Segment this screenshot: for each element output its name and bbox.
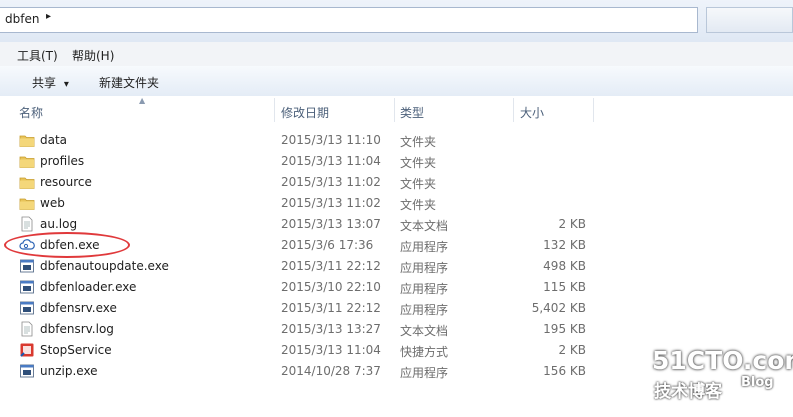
file-name: profiles <box>40 154 85 168</box>
exe-icon <box>19 258 35 274</box>
file-type: 应用程序 <box>400 366 449 380</box>
file-date: 2015/3/13 11:02 <box>281 175 381 189</box>
file-date: 2015/3/6 17:36 <box>281 238 374 252</box>
file-name: dbfensrv.log <box>40 322 114 336</box>
file-date: 2014/10/28 7:37 <box>281 364 381 378</box>
file-size: 2 KB <box>558 217 586 231</box>
column-type[interactable]: 类型 <box>400 104 424 121</box>
file-size: 195 KB <box>543 322 586 336</box>
file-name: au.log <box>40 217 78 231</box>
file-date: 2015/3/13 13:07 <box>281 217 381 231</box>
file-name: unzip.exe <box>40 364 98 378</box>
search-box[interactable] <box>706 7 793 33</box>
file-row[interactable]: au.log 2015/3/13 13:07 文本文档 2 KB <box>0 214 793 235</box>
file-type: 应用程序 <box>400 240 449 254</box>
file-type: 文件夹 <box>400 177 437 191</box>
file-size: 115 KB <box>543 280 586 294</box>
file-type: 应用程序 <box>400 261 449 275</box>
file-date: 2015/3/13 11:02 <box>281 196 381 210</box>
file-name: resource <box>40 175 92 189</box>
folder-icon <box>19 153 35 169</box>
column-size[interactable]: 大小 <box>520 104 544 121</box>
text-file-icon <box>19 216 35 232</box>
exe-icon <box>19 279 35 295</box>
file-date: 2015/3/13 11:10 <box>281 133 381 147</box>
address-field[interactable]: dbfen ▸ <box>0 7 698 33</box>
file-row[interactable]: profiles 2015/3/13 11:04 文件夹 <box>0 151 793 172</box>
file-size: 498 KB <box>543 259 586 273</box>
column-header: 名称 修改日期 类型 大小 <box>0 96 793 124</box>
file-name: dbfenloader.exe <box>40 280 137 294</box>
address-bar: dbfen ▸ <box>0 0 793 42</box>
watermark-logo: 51CTO.com <box>652 346 793 375</box>
file-size: 5,402 KB <box>531 301 586 315</box>
file-date: 2015/3/13 11:04 <box>281 343 381 357</box>
file-row[interactable]: data 2015/3/13 11:10 文件夹 <box>0 130 793 151</box>
file-row[interactable]: dbfenloader.exe 2015/3/10 22:10 应用程序 115 KB <box>0 277 793 298</box>
column-name[interactable]: 名称 <box>19 104 43 121</box>
file-date: 2015/3/11 22:12 <box>281 259 381 273</box>
menu-tools[interactable]: 工具(T) <box>17 47 58 64</box>
file-name: StopService <box>40 343 112 357</box>
file-date: 2015/3/11 22:12 <box>281 301 381 315</box>
file-row[interactable]: dbfenautoupdate.exe 2015/3/11 22:12 应用程序 49… <box>0 256 793 277</box>
shortcut-icon <box>19 342 35 358</box>
column-divider[interactable] <box>274 98 275 122</box>
file-date: 2015/3/13 11:04 <box>281 154 381 168</box>
file-name: dbfenautoupdate.exe <box>40 259 169 273</box>
sort-ascending-icon: ▲ <box>139 96 146 105</box>
watermark-subtitle: 技术博客 <box>654 382 722 402</box>
file-name: web <box>40 196 65 210</box>
file-type: 文本文档 <box>400 324 449 338</box>
chevron-down-icon: ▾ <box>63 79 69 90</box>
file-type: 应用程序 <box>400 303 449 317</box>
folder-icon <box>19 174 35 190</box>
new-folder-button[interactable]: 新建文件夹 <box>99 74 159 91</box>
file-size: 132 KB <box>543 238 586 252</box>
file-name: dbfensrv.exe <box>40 301 117 315</box>
text-file-icon <box>19 321 35 337</box>
file-row[interactable]: resource 2015/3/13 11:02 文件夹 <box>0 172 793 193</box>
file-row[interactable]: dbfensrv.exe 2015/3/11 22:12 应用程序 5,402 KB <box>0 298 793 319</box>
address-path[interactable]: dbfen <box>5 12 39 26</box>
folder-icon <box>19 132 35 148</box>
file-date: 2015/3/13 13:27 <box>281 322 381 336</box>
column-divider[interactable] <box>513 98 514 122</box>
file-type: 应用程序 <box>400 282 449 296</box>
file-name: data <box>40 133 68 147</box>
column-date[interactable]: 修改日期 <box>281 104 329 121</box>
menu-help[interactable]: 帮助(H) <box>72 47 114 64</box>
file-date: 2015/3/10 22:10 <box>281 280 381 294</box>
file-type: 文本文档 <box>400 219 449 233</box>
file-type: 快捷方式 <box>400 345 449 359</box>
highlight-ellipse <box>4 232 130 258</box>
exe-icon <box>19 363 35 379</box>
file-row[interactable]: dbfensrv.log 2015/3/13 13:27 文本文档 195 KB <box>0 319 793 340</box>
command-bar: 共享 ▾ 新建文件夹 <box>0 66 793 97</box>
file-size: 2 KB <box>558 343 586 357</box>
file-type: 文件夹 <box>400 198 437 212</box>
menu-bar: 工具(T) 帮助(H) <box>0 42 793 67</box>
file-type: 文件夹 <box>400 156 437 170</box>
breadcrumb-arrow-icon[interactable]: ▸ <box>46 11 51 22</box>
file-size: 156 KB <box>543 364 586 378</box>
file-type: 文件夹 <box>400 135 437 149</box>
share-label: 共享 <box>32 76 57 90</box>
column-divider[interactable] <box>593 98 594 122</box>
watermark-blog: Blog <box>741 375 774 390</box>
column-divider[interactable] <box>394 98 395 122</box>
file-row[interactable]: web 2015/3/13 11:02 文件夹 <box>0 193 793 214</box>
exe-icon <box>19 300 35 316</box>
share-button[interactable]: 共享 ▾ <box>32 74 69 91</box>
folder-icon <box>19 195 35 211</box>
